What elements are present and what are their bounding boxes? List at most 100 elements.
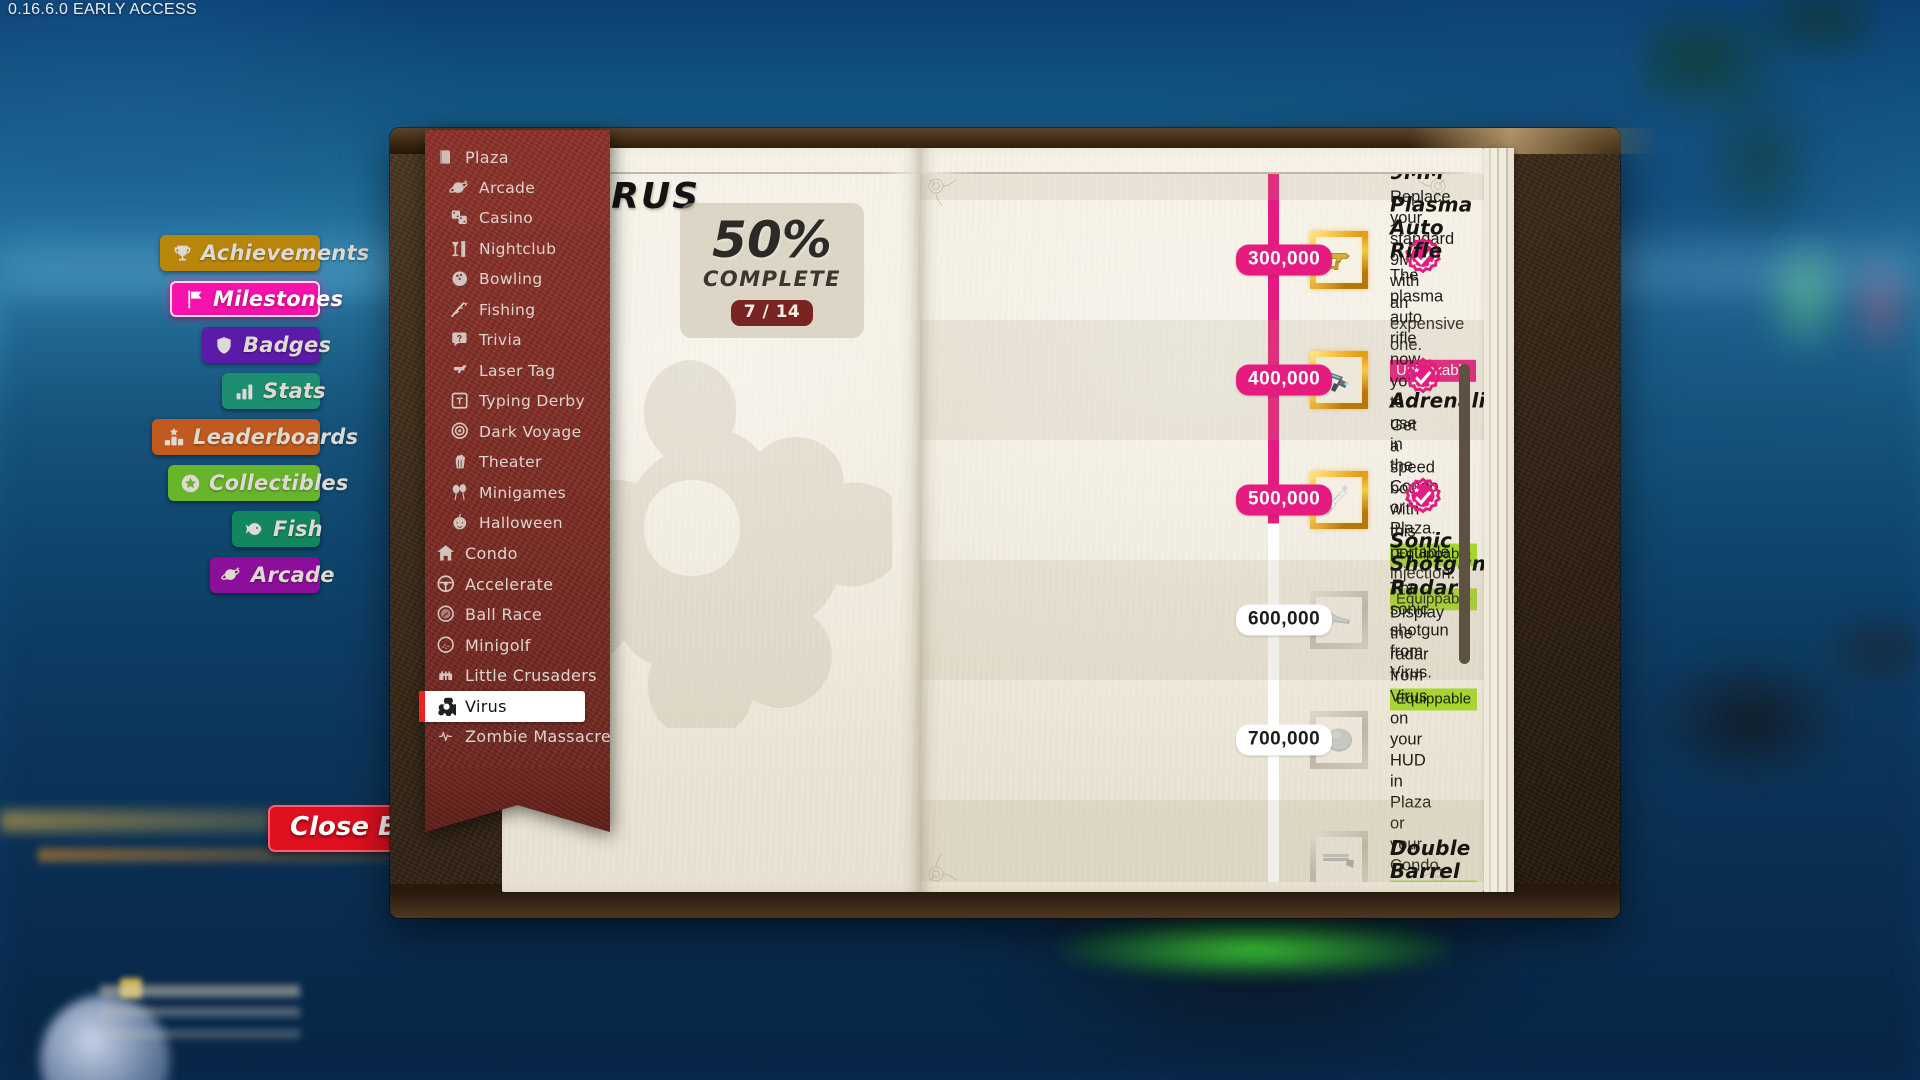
sidebar-item-label: Arcade — [479, 178, 536, 197]
sidebar-item-dark-voyage[interactable]: Dark Voyage — [425, 417, 610, 448]
planet-icon — [449, 178, 471, 198]
milestone-score-pill: 400,000 — [1236, 364, 1333, 396]
sidebar-item-ball-race[interactable]: Ball Race — [425, 600, 610, 631]
completion-percent: 50% — [712, 211, 832, 269]
sidebar-item-plaza[interactable]: Plaza — [425, 142, 610, 173]
milestone-score-pill: 600,000 — [1236, 604, 1333, 636]
sidebar-item-label: Virus — [465, 696, 507, 716]
sidebar-item-laser-tag[interactable]: Laser Tag — [425, 356, 610, 387]
milestone-score-pill: 700,000 — [1236, 724, 1333, 756]
keyboard-t-icon — [449, 391, 471, 411]
weapon-viewmodel-blur — [1590, 590, 1920, 920]
sidebar-item-trivia[interactable]: Trivia — [425, 325, 610, 356]
sidebar-item-label: Ball Race — [465, 605, 543, 625]
star-circle-icon — [178, 471, 202, 495]
milestone-score-pill: 500,000 — [1236, 484, 1333, 516]
sidebar-item-accelerate[interactable]: Accelerate — [425, 569, 610, 600]
milestone-row[interactable]: Double Barrel — [920, 800, 1484, 882]
dice-icon — [449, 208, 471, 228]
game-category-ribbon: Plaza Arcade Casino Nightclub Bowling Fishing… — [419, 130, 612, 832]
tab-fish[interactable]: Fish — [232, 511, 323, 547]
tab-leaderboards[interactable]: Leaderboards — [152, 419, 358, 455]
tab-milestones[interactable]: Milestones — [170, 281, 343, 317]
tab-label: Badges — [243, 333, 332, 357]
tab-stats[interactable]: Stats — [222, 373, 326, 409]
milestone-scrollbar[interactable] — [1459, 174, 1470, 878]
sidebar-item-theater[interactable]: Theater — [425, 447, 610, 478]
flag-icon — [182, 287, 206, 311]
tab-collectibles[interactable]: Collectibles — [168, 465, 348, 501]
milestone-score-pill: 300,000 — [1236, 244, 1333, 276]
tab-label: Collectibles — [209, 471, 349, 495]
sidebar-item-fishing[interactable]: Fishing — [425, 295, 610, 326]
green-light-blur — [1760, 230, 1850, 360]
sidebar-item-minigolf[interactable]: Minigolf — [425, 630, 610, 661]
sidebar-item-typing-derby[interactable]: Typing Derby — [425, 386, 610, 417]
sidebar-item-label: Theater — [479, 453, 542, 472]
question-icon — [449, 330, 471, 350]
sidebar-item-label: Bowling — [479, 270, 543, 289]
sidebar-item-label: Zombie Massacre — [465, 727, 612, 747]
fish-icon — [242, 517, 266, 541]
tab-label: Fish — [273, 517, 323, 541]
book-right-page: Equippable300,000 Gold 9MMReplace your s… — [920, 148, 1484, 892]
golfball-icon — [435, 635, 457, 655]
sidebar-item-nightclub[interactable]: Nightclub — [425, 234, 610, 265]
fishing-rod-icon — [449, 300, 471, 320]
target-icon — [449, 422, 471, 442]
completion-card: 50% COMPLETE 7 / 14 — [680, 203, 864, 338]
bowling-icon — [449, 269, 471, 289]
sidebar-item-arcade[interactable]: Arcade — [425, 173, 610, 204]
tab-label: Milestones — [213, 287, 344, 311]
pulse-icon — [435, 727, 457, 747]
sidebar-item-label: Fishing — [479, 300, 536, 319]
sidebar-item-zombie-massacre[interactable]: Zombie Massacre — [425, 722, 612, 753]
tab-label: Arcade — [251, 563, 335, 587]
tab-arcade[interactable]: Arcade — [210, 557, 335, 593]
milestone-row[interactable]: 700,000 RadarDisplay the radar from Viru… — [920, 576, 1484, 882]
scrollbar-thumb[interactable] — [1459, 364, 1470, 664]
drinks-icon — [449, 239, 471, 259]
sidebar-item-condo[interactable]: Condo — [425, 539, 610, 570]
sidebar-item-minigames[interactable]: Minigames — [425, 478, 610, 509]
sidebar-item-little-crusaders[interactable]: Little Crusaders — [425, 661, 610, 692]
tab-label: Leaderboards — [193, 425, 359, 449]
page-edge-stack — [1484, 148, 1514, 892]
sidebar-item-casino[interactable]: Casino — [425, 203, 610, 234]
milestone-thumbnail — [1310, 831, 1368, 882]
completion-label: COMPLETE — [703, 267, 841, 291]
sidebar-item-label: Nightclub — [479, 239, 557, 258]
sidebar-item-bowling[interactable]: Bowling — [425, 264, 610, 295]
tab-achievements[interactable]: Achievements — [160, 235, 369, 271]
sidebar-item-virus[interactable]: Virus — [419, 691, 585, 722]
bar-chart-icon — [232, 379, 256, 403]
pumpkin-icon — [449, 513, 471, 533]
sidebar-item-label: Typing Derby — [479, 392, 586, 411]
biohazard-icon — [435, 696, 457, 716]
sidebar-item-label: Casino — [479, 209, 534, 228]
sidebar-item-label: Minigames — [479, 483, 567, 502]
sidebar-item-label: Accelerate — [465, 574, 554, 594]
tab-label: Stats — [263, 379, 326, 403]
steering-icon — [435, 574, 457, 594]
milestone-rows: Equippable300,000 Gold 9MMReplace your s… — [920, 174, 1484, 882]
sidebar-item-label: Trivia — [479, 331, 522, 350]
trophy-icon — [170, 241, 194, 265]
sidebar-item-label: Plaza — [465, 147, 509, 167]
castle-icon — [435, 666, 457, 686]
house-icon — [435, 544, 457, 564]
tab-badges[interactable]: Badges — [202, 327, 331, 363]
milestone-list[interactable]: Equippable300,000 Gold 9MMReplace your s… — [920, 174, 1484, 882]
sidebar-item-halloween[interactable]: Halloween — [425, 508, 610, 539]
milestone-completed-stamp-icon — [1400, 477, 1446, 523]
hud-green-glow — [1060, 918, 1450, 978]
sidebar-item-label: Halloween — [479, 514, 563, 533]
laser-gun-icon — [449, 361, 471, 381]
planet-icon — [220, 563, 244, 587]
podium-icon — [162, 425, 186, 449]
double-barrel-icon — [1319, 840, 1359, 880]
red-light-blur — [1845, 250, 1915, 360]
shield-icon — [212, 333, 236, 357]
version-label: 0.16.6.0 EARLY ACCESS — [8, 1, 197, 18]
sidebar-item-label: Condo — [465, 544, 518, 564]
